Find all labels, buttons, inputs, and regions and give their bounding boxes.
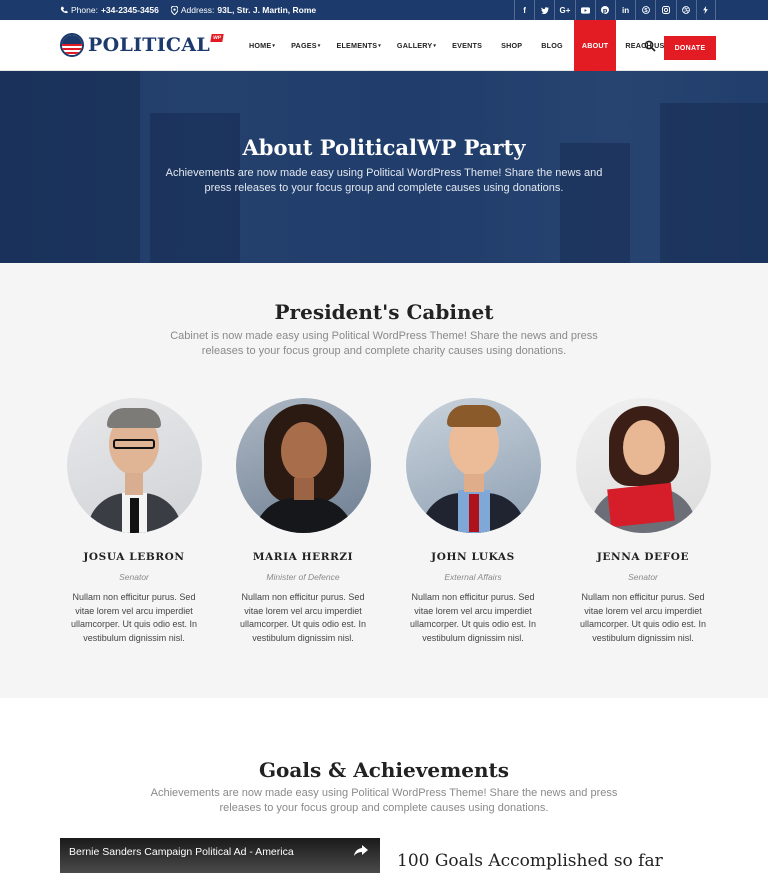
- chevron-down-icon: ▾: [317, 42, 321, 49]
- goals-count-heading: 100 Goals Accomplished so far: [397, 851, 663, 871]
- address-info: Address: 93L, Str. J. Martin, Rome: [170, 5, 317, 15]
- photo-neck: [463, 474, 484, 492]
- cabinet-section: President's Cabinet Cabinet is now made …: [0, 263, 768, 698]
- pinterest-icon[interactable]: p: [594, 0, 615, 20]
- share-icon[interactable]: [354, 845, 368, 857]
- svg-text:S: S: [644, 8, 648, 14]
- youtube-icon[interactable]: [574, 0, 595, 20]
- nav-label: Events: [452, 41, 483, 50]
- member-role: Senator: [628, 572, 658, 582]
- member-photo[interactable]: [235, 398, 371, 533]
- goals-title: Goals & Achievements: [258, 758, 510, 782]
- member-role: Minister of Defence: [266, 572, 340, 582]
- logo-seal-icon: [60, 33, 84, 57]
- main-navigation: Home ▾ Pages ▾ Elements ▾ Gallery ▾ Events S…: [241, 20, 674, 71]
- goals-subtitle: Achievements are now made easy using Pol…: [150, 787, 618, 814]
- phone-icon: [60, 6, 68, 14]
- video-title[interactable]: Bernie Sanders Campaign Political Ad - A…: [69, 846, 294, 858]
- cabinet-member-card: John Lukas External Affairs Nullam non e…: [398, 398, 548, 645]
- logo-wordmark: POLITICAL: [88, 34, 211, 56]
- twitter-icon[interactable]: [534, 0, 554, 20]
- cabinet-title: President's Cabinet: [274, 300, 494, 324]
- phone-number[interactable]: +34-2345-3456: [101, 5, 159, 15]
- hero-building-shape: [560, 143, 630, 263]
- hero-title: About PoliticalWP Party: [242, 135, 526, 160]
- phone-info: Phone: +34-2345-3456: [60, 5, 159, 15]
- nav-item-about[interactable]: About: [573, 20, 617, 71]
- nav-item-gallery[interactable]: Gallery ▾: [389, 20, 444, 71]
- member-name: Maria Herrzi: [252, 551, 354, 563]
- member-role: Senator: [119, 572, 149, 582]
- member-role: External Affairs: [444, 572, 502, 582]
- dribbble-icon[interactable]: [675, 0, 696, 20]
- nav-label: Elements: [336, 41, 378, 50]
- cabinet-member-card: Maria Herrzi Minister of Defence Nullam …: [228, 398, 378, 645]
- nav-item-events[interactable]: Events: [444, 20, 490, 71]
- top-bar: Phone: +34-2345-3456 Address: 93L, Str. …: [0, 0, 768, 20]
- cabinet-member-card: Josua Lebron Senator Nullam non efficitu…: [59, 398, 209, 645]
- hero-building-shape: [660, 103, 768, 263]
- member-bio: Nullam non efficitur purus. Sed vitae lo…: [579, 592, 707, 643]
- photo-hair: [446, 405, 501, 427]
- member-name: John Lukas: [431, 551, 515, 563]
- member-bio: Nullam non efficitur purus. Sed vitae lo…: [239, 592, 367, 643]
- svg-text:p: p: [603, 6, 608, 14]
- nav-item-elements[interactable]: Elements ▾: [328, 20, 388, 71]
- map-pin-icon: [170, 5, 178, 15]
- address-text: 93L, Str. J. Martin, Rome: [217, 5, 317, 15]
- nav-label: Blog: [541, 41, 563, 50]
- hero-building-shape: [0, 71, 140, 263]
- social-links: f G+ p in S: [514, 0, 716, 20]
- nav-item-pages[interactable]: Pages ▾: [283, 20, 328, 71]
- photo-glasses: [112, 439, 155, 449]
- goals-section: Goals & Achievements Achievements are no…: [0, 698, 768, 873]
- logo-tag: WP: [210, 34, 224, 42]
- nav-item-blog[interactable]: Blog: [533, 20, 574, 71]
- foursquare-icon[interactable]: [695, 0, 716, 20]
- chevron-down-icon: ▾: [272, 42, 276, 49]
- nav-item-home[interactable]: Home ▾: [241, 20, 283, 71]
- member-photo[interactable]: [405, 398, 541, 533]
- member-name: Josua Lebron: [83, 551, 185, 563]
- nav-label: About: [581, 41, 609, 50]
- nav-label: Home: [249, 41, 272, 50]
- photo-face: [280, 422, 327, 480]
- site-logo[interactable]: POLITICAL WP: [60, 32, 224, 58]
- skype-icon[interactable]: S: [635, 0, 655, 20]
- photo-neck: [293, 478, 314, 500]
- cabinet-member-card: Jenna Defoe Senator Nullam non efficitur…: [568, 398, 718, 645]
- photo-neck: [124, 473, 143, 495]
- nav-label: Shop: [501, 41, 523, 50]
- nav-label: Gallery: [396, 41, 433, 50]
- hero-text: Achievements are now made easy using Pol…: [165, 167, 603, 194]
- member-bio: Nullam non efficitur purus. Sed vitae lo…: [409, 592, 537, 643]
- photo-hair: [106, 408, 161, 428]
- photo-face: [622, 420, 665, 475]
- site-header: POLITICAL WP Home ▾ Pages ▾ Elements ▾ Gall…: [0, 20, 768, 71]
- chevron-down-icon: ▾: [378, 42, 381, 49]
- photo-red-folder: [606, 482, 675, 528]
- linkedin-icon[interactable]: in: [614, 0, 635, 20]
- donate-button[interactable]: Donate: [664, 36, 716, 60]
- nav-item-shop[interactable]: Shop: [490, 20, 533, 71]
- phone-label: Phone:: [71, 5, 98, 15]
- contact-info: Phone: +34-2345-3456 Address: 93L, Str. …: [60, 0, 316, 20]
- member-photo[interactable]: [575, 398, 711, 533]
- photo-tie: [468, 494, 479, 532]
- address-label: Address:: [180, 5, 215, 15]
- page-hero: About PoliticalWP Party Achievements are…: [0, 71, 768, 263]
- instagram-icon[interactable]: [655, 0, 675, 20]
- video-player[interactable]: Bernie Sanders Campaign Political Ad - A…: [60, 838, 380, 873]
- chevron-down-icon: ▾: [433, 42, 437, 49]
- cabinet-subtitle: Cabinet is now made easy using Political…: [170, 330, 598, 357]
- facebook-icon[interactable]: f: [514, 0, 534, 20]
- member-name: Jenna Defoe: [596, 551, 690, 563]
- search-icon[interactable]: [644, 40, 656, 52]
- member-photo[interactable]: [66, 398, 202, 533]
- member-bio: Nullam non efficitur purus. Sed vitae lo…: [70, 592, 198, 643]
- google-plus-icon[interactable]: G+: [554, 0, 574, 20]
- nav-label: Pages: [291, 41, 317, 50]
- photo-tie: [129, 498, 139, 533]
